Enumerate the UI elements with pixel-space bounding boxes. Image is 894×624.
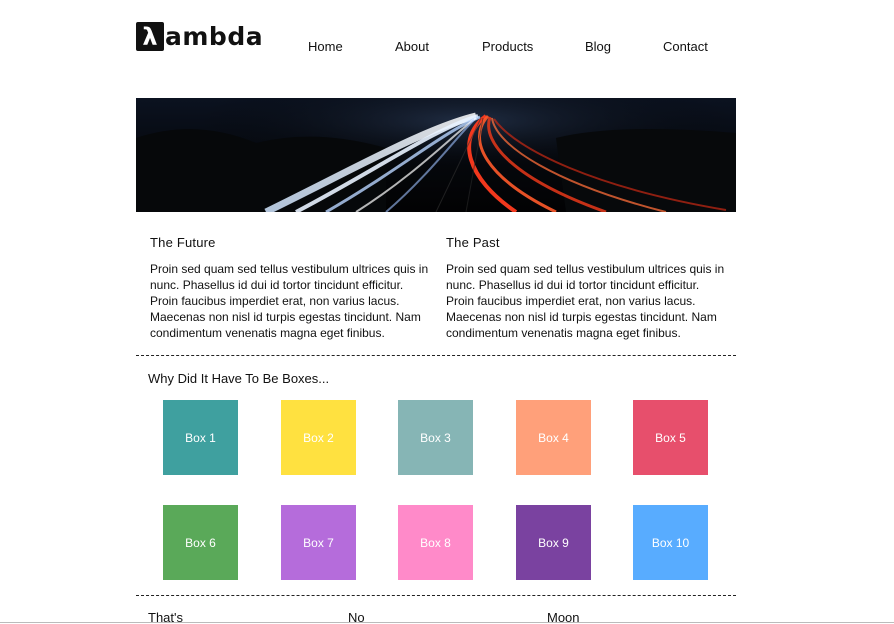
section-divider	[136, 595, 736, 596]
box-label: Box 1	[185, 430, 216, 445]
column-future: The Future Proin sed quam sed tellus ves…	[150, 235, 432, 341]
highway-light-trails-image-icon	[136, 98, 736, 212]
column-title: The Past	[446, 235, 500, 250]
box-8: Box 8	[398, 505, 473, 580]
column-text: Proin sed quam sed tellus vestibulum ult…	[150, 262, 429, 340]
box-6: Box 6	[163, 505, 238, 580]
hero-image	[136, 98, 736, 212]
box-4: Box 4	[516, 400, 591, 475]
site-logo[interactable]: λ ambda	[136, 21, 263, 52]
nav-link-home[interactable]: Home	[308, 39, 343, 54]
box-label: Box 6	[185, 535, 216, 550]
box-label: Box 8	[420, 535, 451, 550]
box-10: Box 10	[633, 505, 708, 580]
nav-link-blog[interactable]: Blog	[585, 39, 611, 54]
box-label: Box 3	[420, 430, 451, 445]
column-text: Proin sed quam sed tellus vestibulum ult…	[446, 262, 725, 340]
nav-link-about[interactable]: About	[395, 39, 429, 54]
column-title: The Future	[150, 235, 216, 250]
box-1: Box 1	[163, 400, 238, 475]
logo-text: ambda	[165, 22, 264, 51]
main-nav: Home About Products Blog Contact	[308, 39, 708, 55]
nav-link-products[interactable]: Products	[482, 39, 533, 54]
box-label: Box 10	[651, 535, 690, 550]
lambda-logo-icon: λ	[136, 22, 164, 51]
box-7: Box 7	[281, 505, 356, 580]
box-label: Box 7	[303, 535, 334, 550]
box-label: Box 2	[303, 430, 334, 445]
box-5: Box 5	[633, 400, 708, 475]
box-label: Box 4	[538, 430, 569, 445]
box-9: Box 9	[516, 505, 591, 580]
column-past: The Past Proin sed quam sed tellus vesti…	[446, 235, 728, 341]
nav-link-contact[interactable]: Contact	[663, 39, 708, 54]
viewport-bottom-edge	[0, 622, 894, 623]
page-container: λ ambda Home About Products Blog Contact	[136, 0, 736, 624]
box-3: Box 3	[398, 400, 473, 475]
boxes-section-title: Why Did It Have To Be Boxes...	[148, 371, 330, 386]
box-2: Box 2	[281, 400, 356, 475]
box-label: Box 5	[655, 430, 686, 445]
box-label: Box 9	[538, 535, 569, 550]
section-divider	[136, 355, 736, 356]
